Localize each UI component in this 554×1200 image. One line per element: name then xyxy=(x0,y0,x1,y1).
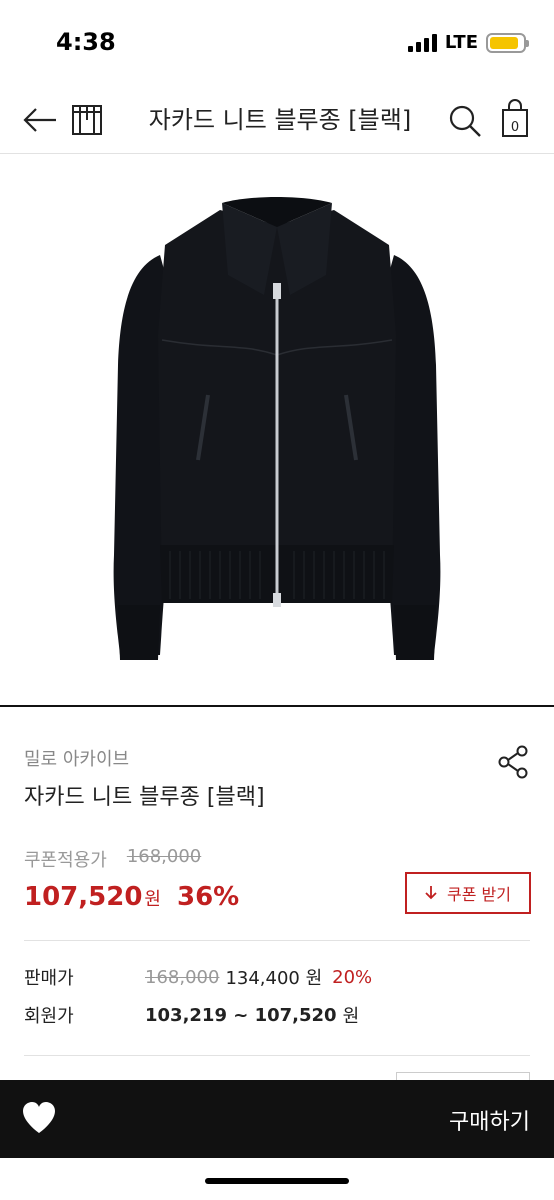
member-label: 회원가 xyxy=(24,1006,74,1027)
coupon-button-label: 쿠폰 받기 xyxy=(447,885,511,904)
status-bar: 4:38 LTE xyxy=(0,0,554,88)
sale-discount: 20% xyxy=(332,966,373,988)
coupon-price-row: 107,520 원 36% xyxy=(24,882,239,912)
search-icon[interactable] xyxy=(446,100,484,140)
network-label: LTE xyxy=(444,32,478,53)
brand-name[interactable]: 밀로 아카이브 xyxy=(24,745,530,771)
coupon-price: 107,520 xyxy=(24,882,143,912)
cart-count: 0 xyxy=(511,120,519,135)
bag-icon[interactable]: 0 xyxy=(496,98,534,140)
coupon-label: 쿠폰적용가 xyxy=(24,850,107,871)
product-name: 자카드 니트 블루종 [블랙] xyxy=(24,785,265,810)
home-indicator[interactable] xyxy=(205,1178,349,1184)
sale-label: 판매가 xyxy=(24,968,74,989)
coupon-price-label-row: 쿠폰적용가 168,000 xyxy=(24,846,201,872)
battery-icon xyxy=(486,32,529,53)
buy-button[interactable]: 구매하기 xyxy=(449,1104,530,1136)
member-price-unit: 원 xyxy=(342,1006,360,1027)
divider xyxy=(24,940,530,941)
share-icon[interactable] xyxy=(496,745,530,779)
coupon-price-unit: 원 xyxy=(144,889,161,910)
bottom-action-bar: 구매하기 xyxy=(0,1080,554,1158)
coupon-button[interactable]: 쿠폰 받기 xyxy=(405,872,531,914)
status-time: 4:38 xyxy=(56,28,116,56)
signal-icon xyxy=(407,33,437,52)
home-indicator-area xyxy=(0,1158,554,1200)
sale-original-price: 168,000 xyxy=(145,966,220,988)
top-nav: 자카드 니트 블루종 [블랙] 0 xyxy=(0,88,554,154)
coupon-original-price: 168,000 xyxy=(126,846,202,867)
product-image[interactable] xyxy=(0,155,554,707)
status-indicators: LTE xyxy=(407,32,529,53)
product-info: 밀로 아카이브 자카드 니트 블루종 [블랙] xyxy=(24,745,530,811)
member-price-range: 103,219 ~ 107,520 xyxy=(145,1004,337,1026)
divider xyxy=(24,1055,530,1056)
heart-icon[interactable] xyxy=(20,1100,58,1136)
sale-price-row: 판매가 168,000 134,400 원 20% xyxy=(24,964,530,990)
sale-price: 134,400 원 xyxy=(225,968,323,989)
member-price-row: 회원가 103,219 ~ 107,520 원 xyxy=(24,1002,530,1028)
download-arrow-icon xyxy=(425,886,437,900)
coupon-discount: 36% xyxy=(176,882,240,912)
